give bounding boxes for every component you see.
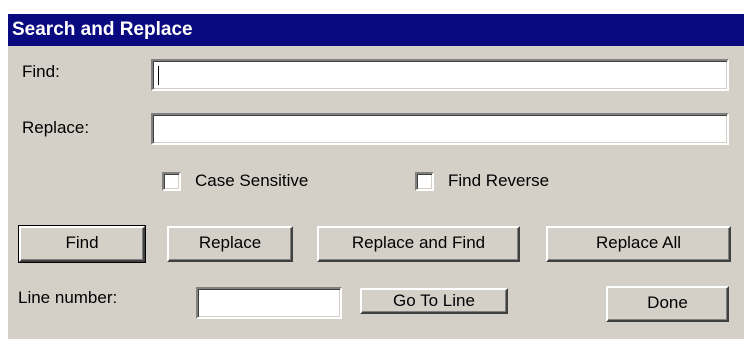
line-number-label: Line number:	[18, 288, 118, 307]
replace-and-find-button[interactable]: Replace and Find	[317, 226, 520, 262]
find-input[interactable]	[151, 59, 729, 91]
line-number-input[interactable]	[196, 287, 342, 319]
replace-all-button[interactable]: Replace All	[546, 226, 731, 262]
replace-input[interactable]	[151, 113, 729, 145]
text-caret	[158, 66, 159, 85]
case-sensitive-checkbox[interactable]	[162, 172, 181, 191]
search-replace-dialog: Search and Replace Find: Replace: Case S…	[8, 14, 744, 339]
find-label: Find:	[22, 62, 60, 81]
dialog-title: Search and Replace	[8, 14, 744, 46]
find-reverse-checkbox[interactable]	[415, 172, 434, 191]
case-sensitive-label[interactable]: Case Sensitive	[195, 171, 308, 191]
replace-button[interactable]: Replace	[167, 226, 293, 262]
replace-label: Replace:	[22, 118, 90, 137]
find-reverse-label[interactable]: Find Reverse	[448, 171, 549, 191]
find-button[interactable]: Find	[18, 225, 146, 263]
done-button[interactable]: Done	[606, 286, 729, 322]
go-to-line-button[interactable]: Go To Line	[360, 288, 508, 314]
